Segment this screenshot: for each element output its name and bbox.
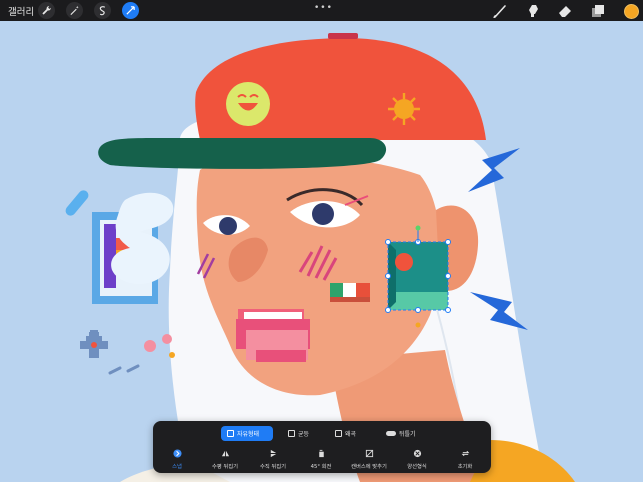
blue-pill-shape xyxy=(65,190,89,216)
warp-toggle-icon xyxy=(386,431,396,436)
rotate-icon xyxy=(318,449,324,458)
reset-icon xyxy=(461,450,469,457)
fit-canvas-icon xyxy=(365,449,373,458)
color-picker-swatch[interactable] xyxy=(624,4,639,19)
freeform-icon xyxy=(227,430,234,437)
yellow-dot xyxy=(169,352,175,358)
selection-icon[interactable] xyxy=(94,2,111,19)
mode-freeform[interactable]: 자유형태 xyxy=(221,426,273,441)
illustration-canvas[interactable] xyxy=(0,21,643,482)
snap-button[interactable]: 스냅 xyxy=(154,448,200,470)
flag-sticker xyxy=(330,283,370,302)
fit-to-canvas-button[interactable]: 캔버스에 맞추기 xyxy=(346,448,392,470)
mode-warp[interactable]: 뒤틀기 xyxy=(380,426,432,441)
number-sticker xyxy=(111,192,174,284)
left-iris xyxy=(219,217,237,235)
flip-vertical-icon xyxy=(270,449,276,458)
smudge-icon[interactable] xyxy=(525,3,541,19)
mode-uniform[interactable]: 균등 xyxy=(282,426,326,441)
transform-panel: 자유형태 균등 왜곡 뒤틀기 스냅 수평 뒤집기 수직 뒤집기 45° 회전 캔… xyxy=(153,421,491,473)
pink-dot xyxy=(144,340,156,352)
eraser-icon[interactable] xyxy=(557,3,573,19)
flip-horizontal-icon xyxy=(221,450,229,457)
pixel-mouth-sticker xyxy=(236,309,310,362)
rotate-45-button[interactable]: 45° 회전 xyxy=(298,448,344,470)
wrench-icon[interactable] xyxy=(38,2,55,19)
snap-icon xyxy=(172,449,182,458)
cap-brim xyxy=(98,138,387,169)
mode-distort[interactable]: 왜곡 xyxy=(329,426,373,441)
uniform-icon xyxy=(288,430,295,437)
brush-icon[interactable] xyxy=(492,3,508,19)
right-iris xyxy=(312,203,334,225)
layers-icon[interactable] xyxy=(590,3,606,19)
gallery-button[interactable]: 갤러리 xyxy=(8,4,34,18)
cap-button xyxy=(328,33,358,39)
interpolation-button[interactable]: 양선형식 xyxy=(394,448,440,470)
transform-icon[interactable] xyxy=(122,2,139,19)
pink-dot xyxy=(162,334,172,344)
reset-button[interactable]: 초기화 xyxy=(442,448,488,470)
dash-marks xyxy=(108,364,140,375)
more-menu-icon[interactable]: ••• xyxy=(314,3,333,13)
top-toolbar: 갤러리 ••• xyxy=(0,0,643,21)
distort-icon xyxy=(335,430,342,437)
flip-vertical-button[interactable]: 수직 뒤집기 xyxy=(250,448,296,470)
flip-horizontal-button[interactable]: 수평 뒤집기 xyxy=(202,448,248,470)
magic-wand-icon[interactable] xyxy=(66,2,83,19)
interpolation-icon xyxy=(413,449,421,458)
